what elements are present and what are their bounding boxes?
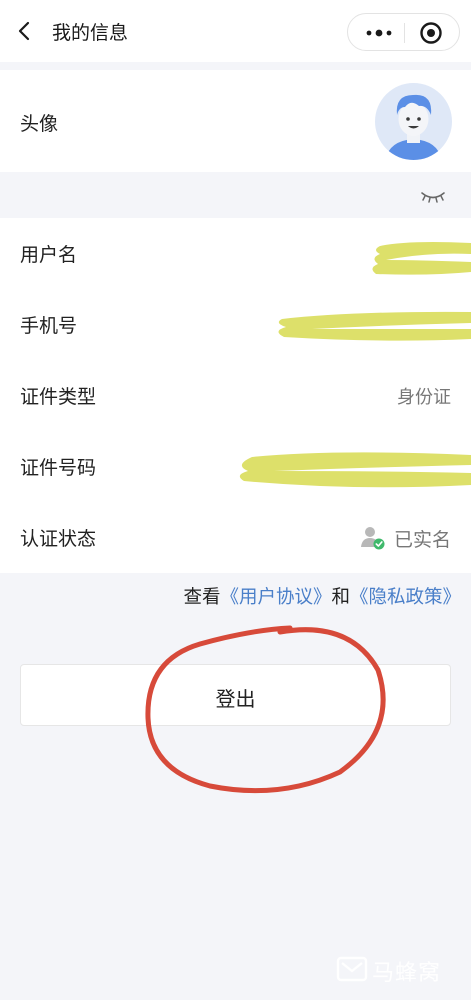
closed-eye-icon[interactable]: [420, 188, 446, 204]
info-row-id-number: 证件号码: [0, 431, 471, 502]
phone-label: 手机号: [20, 315, 78, 337]
back-icon[interactable]: [14, 20, 36, 42]
more-dots-icon[interactable]: [362, 23, 396, 43]
redaction-highlight: [239, 452, 471, 488]
privacy-policy-link[interactable]: 《隐私政策》: [350, 587, 461, 608]
capsule-divider: [404, 23, 405, 43]
id-type-label: 证件类型: [20, 386, 97, 408]
avatar-label: 头像: [20, 113, 59, 135]
avatar-row[interactable]: 头像: [0, 70, 471, 172]
redaction-highlight: [372, 242, 471, 275]
agreement-line: 查看《用户协议》和《隐私政策》: [183, 583, 461, 609]
nav-bar: 我的信息: [0, 0, 471, 62]
annotation-circle: [145, 625, 386, 794]
info-row-username: 用户名: [0, 218, 471, 289]
agreement-connector: 和: [331, 587, 350, 608]
info-row-id-type: 证件类型 身份证: [0, 360, 471, 431]
id-type-value: 身份证: [397, 387, 451, 408]
mini-program-capsule: [347, 13, 460, 51]
verify-status-label: 认证状态: [20, 528, 97, 550]
info-row-phone: 手机号: [0, 289, 471, 360]
agreement-prefix: 查看: [183, 587, 221, 608]
info-card: 用户名 手机号 证件类型 身份证 证件号码 认证状态 已实名: [0, 218, 471, 573]
info-row-verify-status: 认证状态 已实名: [0, 502, 471, 573]
redaction-highlight: [278, 311, 471, 341]
verified-user-icon: [361, 527, 385, 550]
user-agreement-link[interactable]: 《用户协议》: [220, 587, 331, 608]
cartoon-avatar-icon: [375, 83, 452, 160]
watermark-text: 马蜂窝: [372, 961, 442, 986]
page-title: 我的信息: [52, 22, 129, 44]
verify-status-value: 已实名: [393, 529, 451, 551]
target-circle-icon[interactable]: [419, 21, 443, 45]
privacy-toggle-strip: [0, 172, 471, 218]
username-label: 用户名: [20, 244, 78, 266]
id-number-label: 证件号码: [20, 457, 97, 479]
